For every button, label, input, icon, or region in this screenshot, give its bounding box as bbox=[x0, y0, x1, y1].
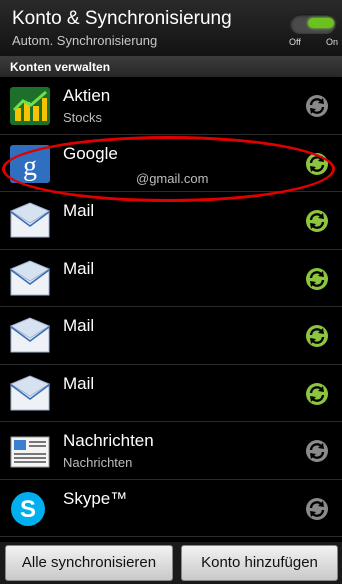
sync-icon[interactable] bbox=[305, 209, 329, 233]
google-icon: g bbox=[10, 144, 50, 183]
accounts-list: Aktien Stocks g Google @gmail.com Mail M… bbox=[0, 77, 342, 542]
list-item[interactable]: Aktien Stocks bbox=[0, 77, 342, 135]
sync-icon[interactable] bbox=[305, 497, 329, 521]
account-sub: Nachrichten bbox=[63, 455, 133, 470]
news-icon bbox=[10, 436, 50, 468]
list-item[interactable]: Mail bbox=[0, 250, 342, 307]
list-item[interactable]: Mail bbox=[0, 192, 342, 250]
auto-sync-toggle[interactable] bbox=[290, 14, 336, 34]
sync-icon[interactable] bbox=[305, 94, 329, 118]
mail-icon bbox=[9, 202, 51, 238]
sync-icon[interactable] bbox=[305, 439, 329, 463]
account-name: Mail bbox=[63, 201, 95, 220]
list-item[interactable]: Nachrichten Nachrichten bbox=[0, 422, 342, 480]
toggle-off-label: Off bbox=[289, 37, 301, 47]
account-name: Mail bbox=[63, 258, 95, 278]
footer-bar: Alle synchronisieren Konto hinzufügen bbox=[0, 542, 342, 584]
account-name: Nachrichten bbox=[63, 431, 154, 450]
skype-icon: S bbox=[11, 491, 45, 526]
account-email: @gmail.com bbox=[136, 170, 209, 186]
sync-icon[interactable] bbox=[305, 324, 329, 348]
sync-icon[interactable] bbox=[305, 267, 329, 291]
list-item[interactable]: S Skype™ bbox=[0, 480, 342, 537]
svg-text:S: S bbox=[20, 496, 36, 523]
account-name: Mail bbox=[63, 373, 95, 393]
section-header: Konten verwalten bbox=[0, 57, 342, 77]
sync-icon[interactable] bbox=[305, 382, 329, 406]
sync-all-button[interactable]: Alle synchronisieren bbox=[5, 545, 173, 581]
account-name: Aktien bbox=[63, 86, 111, 105]
svg-text:g: g bbox=[23, 151, 37, 182]
list-item[interactable]: Mail bbox=[0, 307, 342, 365]
page-title: Konto & Synchronisierung bbox=[12, 8, 232, 29]
add-account-button[interactable]: Konto hinzufügen bbox=[181, 545, 338, 581]
mail-icon bbox=[9, 317, 51, 353]
header: Konto & Synchronisierung Autom. Synchron… bbox=[0, 0, 342, 57]
auto-sync-label: Autom. Synchronisierung bbox=[12, 33, 158, 48]
mail-icon bbox=[9, 259, 51, 295]
account-name: Google bbox=[63, 143, 118, 163]
list-item[interactable]: Mail bbox=[0, 365, 342, 422]
toggle-on-label: On bbox=[326, 37, 339, 47]
stocks-icon bbox=[10, 87, 50, 125]
account-sub: Stocks bbox=[63, 110, 103, 125]
account-name: Skype™ bbox=[63, 488, 128, 508]
sync-icon[interactable] bbox=[305, 152, 329, 176]
list-item[interactable]: g Google @gmail.com bbox=[0, 135, 342, 192]
toggle-knob bbox=[308, 18, 334, 28]
mail-icon bbox=[9, 374, 51, 410]
account-name: Mail bbox=[63, 316, 95, 335]
